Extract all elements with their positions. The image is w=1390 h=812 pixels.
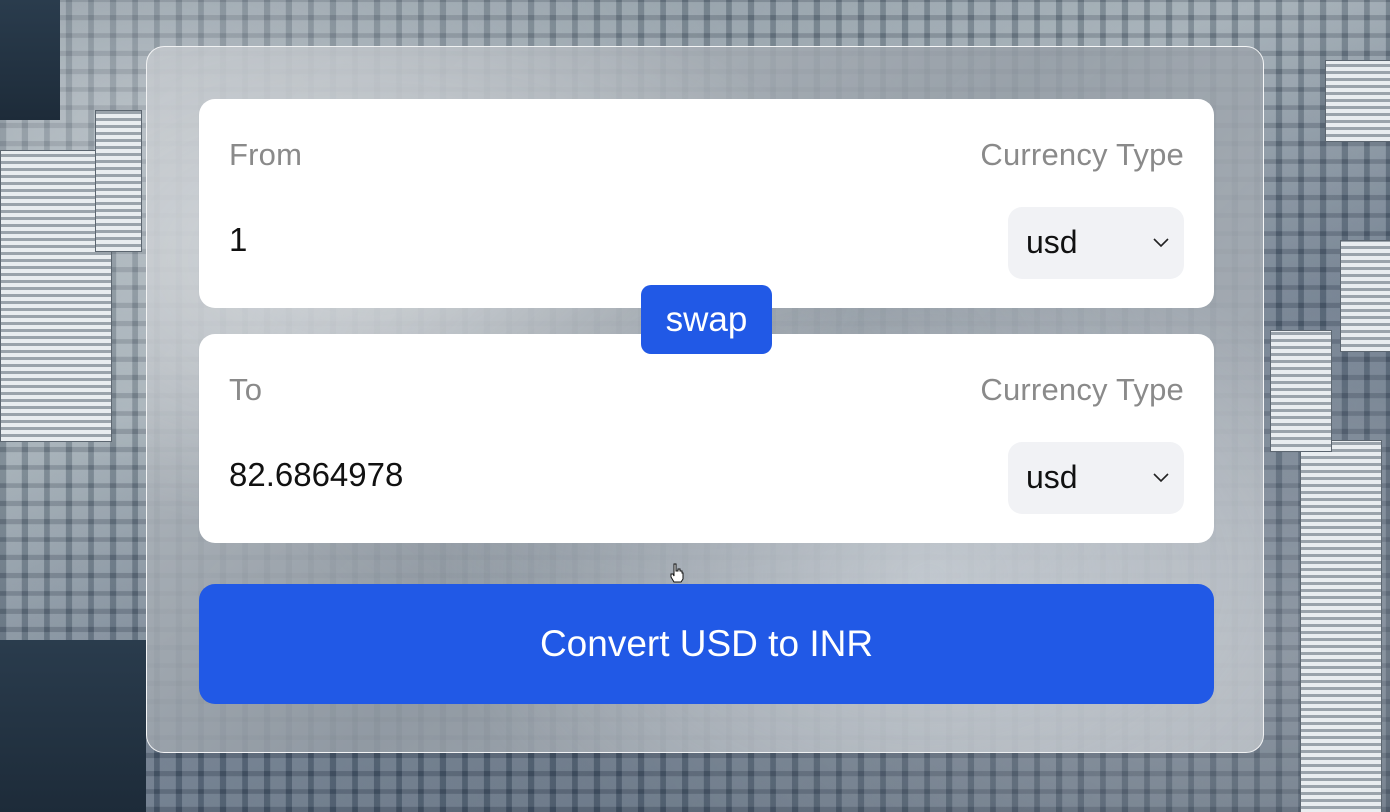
to-label: To <box>229 372 263 407</box>
hand-pointer-icon <box>670 563 684 583</box>
background-building <box>1300 440 1382 812</box>
chevron-down-icon <box>1153 473 1169 483</box>
to-card: To Currency Type usd <box>199 334 1214 543</box>
to-currency-select[interactable]: usd <box>1008 442 1184 514</box>
from-currency-type-label: Currency Type <box>980 137 1184 172</box>
to-currency-type-label: Currency Type <box>980 372 1184 407</box>
to-currency-value: usd <box>1026 459 1078 495</box>
from-label: From <box>229 137 303 172</box>
from-card: From Currency Type usd <box>199 99 1214 308</box>
background-water <box>0 640 146 812</box>
from-currency-select[interactable]: usd <box>1008 207 1184 279</box>
from-amount-input[interactable] <box>229 215 829 265</box>
to-amount-input[interactable] <box>229 450 829 500</box>
background-building <box>1270 330 1332 452</box>
chevron-down-icon <box>1153 238 1169 248</box>
background-building <box>1340 240 1390 352</box>
converter-panel: From Currency Type usd To Currency Type … <box>146 46 1264 753</box>
background-water <box>0 0 60 120</box>
convert-button[interactable]: Convert USD to INR <box>199 584 1214 704</box>
from-currency-value: usd <box>1026 224 1078 260</box>
background-building <box>1325 60 1390 142</box>
swap-button[interactable]: swap <box>641 285 772 354</box>
background-building <box>95 110 142 252</box>
